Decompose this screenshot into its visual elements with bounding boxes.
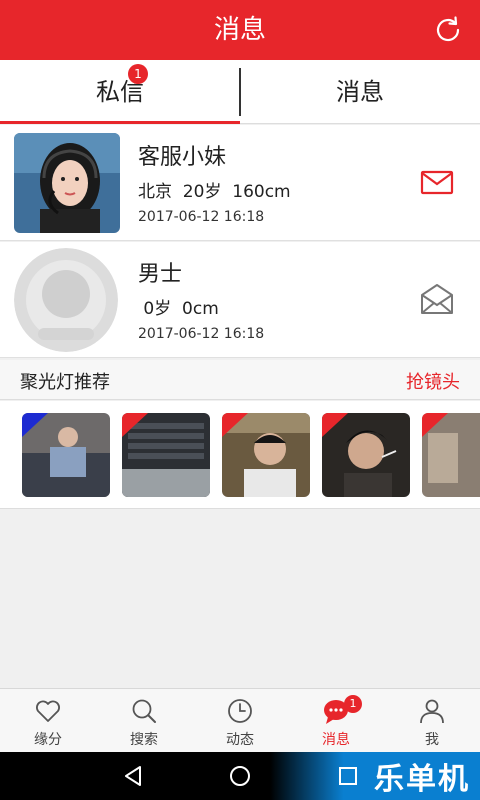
spotlight-thumb[interactable] (222, 413, 310, 497)
tabbar-label: 动态 (226, 732, 254, 748)
tabbar-item-search[interactable]: 搜索 (96, 689, 192, 753)
spotlight-thumb[interactable] (422, 413, 480, 497)
back-icon[interactable] (122, 764, 146, 788)
recents-icon[interactable] (336, 764, 360, 788)
spotlight-title: 聚光灯推荐 (20, 372, 110, 393)
tabbar-label: 我 (425, 732, 439, 748)
system-nav-bar: 乐单机 (0, 752, 480, 800)
heart-icon (36, 700, 60, 722)
contact-name: 客服小妹 (138, 145, 227, 170)
tab-bar: 私信 1 消息 (0, 60, 480, 124)
spotlight-thumb[interactable] (322, 413, 410, 497)
grab-spotlight-link[interactable]: 抢镜头 (406, 368, 460, 394)
app-header: 消息 (0, 0, 480, 60)
mail-unread-icon[interactable] (420, 165, 454, 199)
home-icon[interactable] (228, 764, 252, 788)
mail-open-icon[interactable] (420, 282, 454, 316)
contact-info: 北京 20岁 160cm (138, 182, 291, 202)
tabbar-item-fate[interactable]: 缘分 (0, 689, 96, 753)
watermark-logo: 乐单机 (374, 762, 470, 797)
spotlight-thumb[interactable] (122, 413, 210, 497)
spotlight-strip[interactable] (0, 401, 480, 509)
contact-name: 男士 (138, 262, 183, 287)
tab-label: 消息 (336, 78, 384, 106)
message-row[interactable]: 男士 0岁 0cm 2017-06-12 16:18 (0, 242, 480, 358)
spotlight-header: 聚光灯推荐 抢镜头 (0, 360, 480, 400)
tab-messages[interactable]: 消息 (240, 60, 480, 124)
search-icon (132, 699, 156, 723)
avatar[interactable] (14, 133, 120, 233)
message-time: 2017-06-12 16:18 (138, 209, 265, 225)
tabbar-item-me[interactable]: 我 (384, 689, 480, 753)
contact-info: 0岁 0cm (138, 299, 219, 319)
person-icon (420, 699, 444, 724)
tab-private-messages[interactable]: 私信 (0, 60, 240, 124)
unread-badge: 1 (128, 64, 148, 84)
tabbar-badge: 1 (344, 695, 362, 713)
page-title: 消息 (213, 15, 266, 45)
message-row[interactable]: 客服小妹 北京 20岁 160cm 2017-06-12 16:18 (0, 125, 480, 241)
avatar-placeholder[interactable] (14, 248, 118, 352)
tabbar-label: 搜索 (130, 732, 158, 748)
bottom-tab-bar: 缘分 搜索 动态 1 消息 我 (0, 688, 480, 752)
tabbar-item-feed[interactable]: 动态 (192, 689, 288, 753)
spotlight-thumb[interactable] (22, 413, 110, 497)
clock-icon (228, 699, 252, 723)
message-time: 2017-06-12 16:18 (138, 326, 265, 342)
tabbar-item-messages[interactable]: 1 消息 (288, 689, 384, 753)
tabbar-label: 缘分 (34, 732, 62, 748)
tabbar-label: 消息 (322, 732, 350, 748)
refresh-icon[interactable] (432, 14, 464, 46)
